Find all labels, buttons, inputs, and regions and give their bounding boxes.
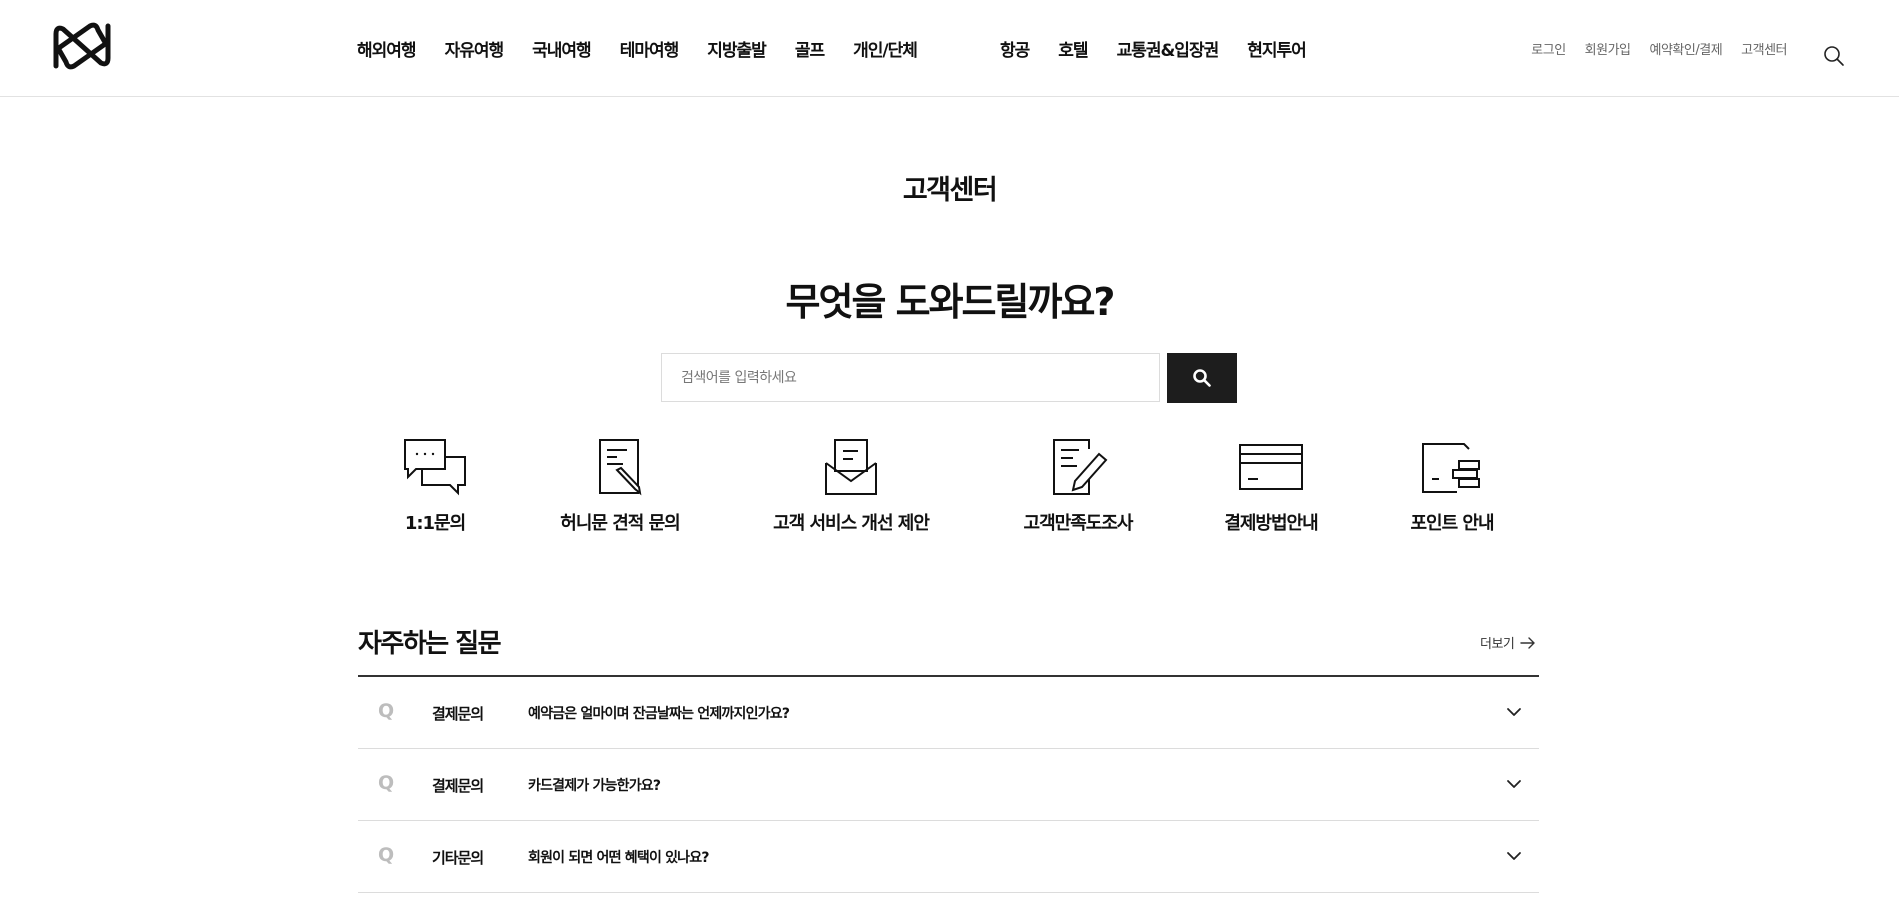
faq-category: 결제문의 — [432, 777, 484, 795]
search-icon — [1193, 369, 1211, 387]
faq-more-label: 더보기 — [1480, 637, 1515, 652]
faq-title: 자주하는 질문 — [358, 629, 502, 659]
faq-list: Q 결제문의 예약금은 얼마이며 잔금날짜는 언제까지인가요? Q 결제문의 카… — [358, 675, 1539, 893]
chat-bubbles-icon — [404, 439, 466, 496]
chevron-down-icon[interactable] — [1505, 775, 1523, 793]
faq-question: 카드결제가 가능한가요? — [528, 778, 661, 794]
quick-label: 고객만족도조사 — [1023, 513, 1134, 534]
arrow-right-icon — [1520, 636, 1536, 649]
faq-q-mark: Q — [378, 700, 395, 722]
login-link[interactable]: 로그인 — [1531, 39, 1566, 58]
quick-label: 포인트 안내 — [1410, 513, 1494, 534]
logo-icon[interactable] — [50, 20, 114, 72]
chevron-down-icon[interactable] — [1505, 703, 1523, 721]
search-icon[interactable] — [1822, 44, 1846, 68]
faq-item[interactable]: Q 결제문의 예약금은 얼마이며 잔금날짜는 언제까지인가요? — [358, 677, 1539, 749]
page-title: 고객센터 — [902, 175, 998, 206]
faq-q-mark: Q — [378, 844, 395, 866]
envelope-letter-icon — [825, 439, 877, 495]
point-card-icon — [1422, 443, 1480, 493]
chevron-down-icon[interactable] — [1505, 847, 1523, 865]
main-nav: 해외여행 자유여행 국내여행 테마여행 지방출발 골프 개인/단체 — [357, 0, 946, 97]
nav-air[interactable]: 항공 — [1000, 36, 1030, 61]
nav-golf[interactable]: 골프 — [795, 36, 825, 61]
survey-pencil-icon — [1053, 439, 1108, 495]
nav-overseas[interactable]: 해외여행 — [357, 36, 417, 61]
faq-item[interactable]: Q 결제문의 카드결제가 가능한가요? — [358, 749, 1539, 821]
hero-title: 무엇을 도와드릴까요? — [785, 280, 1116, 324]
quick-label: 고객 서비스 개선 제안 — [773, 513, 930, 534]
document-pen-icon — [599, 439, 642, 496]
faq-q-mark: Q — [378, 772, 395, 794]
quick-item-survey[interactable]: 고객만족도조사 — [968, 437, 1188, 535]
util-nav: 로그인 회원가입 예약확인/결제 고객센터 — [1512, 0, 1787, 97]
credit-card-icon — [1239, 444, 1303, 490]
nav-group[interactable]: 개인/단체 — [853, 36, 918, 61]
nav-local-tour[interactable]: 현지투어 — [1247, 36, 1307, 61]
faq-question: 회원이 되면 어떤 혜택이 있나요? — [528, 850, 709, 866]
site-header: 해외여행 자유여행 국내여행 테마여행 지방출발 골프 개인/단체 항공 호텔 … — [0, 0, 1899, 97]
quick-item-point[interactable]: 포인트 안내 — [1342, 437, 1562, 535]
nav-free-travel[interactable]: 자유여행 — [445, 36, 505, 61]
signup-link[interactable]: 회원가입 — [1585, 39, 1631, 58]
faq-item[interactable]: Q 기타문의 회원이 되면 어떤 혜택이 있나요? — [358, 821, 1539, 893]
faq-question: 예약금은 얼마이며 잔금날짜는 언제까지인가요? — [528, 706, 790, 722]
nav-tickets[interactable]: 교통권&입장권 — [1117, 36, 1220, 61]
nav-theme[interactable]: 테마여행 — [620, 36, 680, 61]
search-input[interactable] — [661, 353, 1160, 402]
faq-category: 기타문의 — [432, 849, 484, 867]
support-link[interactable]: 고객센터 — [1741, 39, 1787, 58]
faq-more-link[interactable]: 더보기 — [1480, 633, 1536, 652]
faq-category: 결제문의 — [432, 705, 484, 723]
sub-nav: 항공 호텔 교통권&입장권 현지투어 — [1000, 0, 1335, 97]
quick-label: 허니문 견적 문의 — [560, 513, 680, 534]
reservation-link[interactable]: 예약확인/결제 — [1650, 39, 1723, 58]
search-button[interactable] — [1167, 353, 1237, 403]
quick-menu: 1:1문의 허니문 견적 문의 고객 서비스 개선 제안 고객만족도조사 결제방… — [0, 437, 1899, 547]
nav-regional[interactable]: 지방출발 — [707, 36, 767, 61]
quick-item-suggestion[interactable]: 고객 서비스 개선 제안 — [741, 437, 961, 535]
quick-item-honeymoon[interactable]: 허니문 견적 문의 — [510, 437, 730, 535]
nav-hotel[interactable]: 호텔 — [1058, 36, 1088, 61]
nav-domestic[interactable]: 국내여행 — [532, 36, 592, 61]
